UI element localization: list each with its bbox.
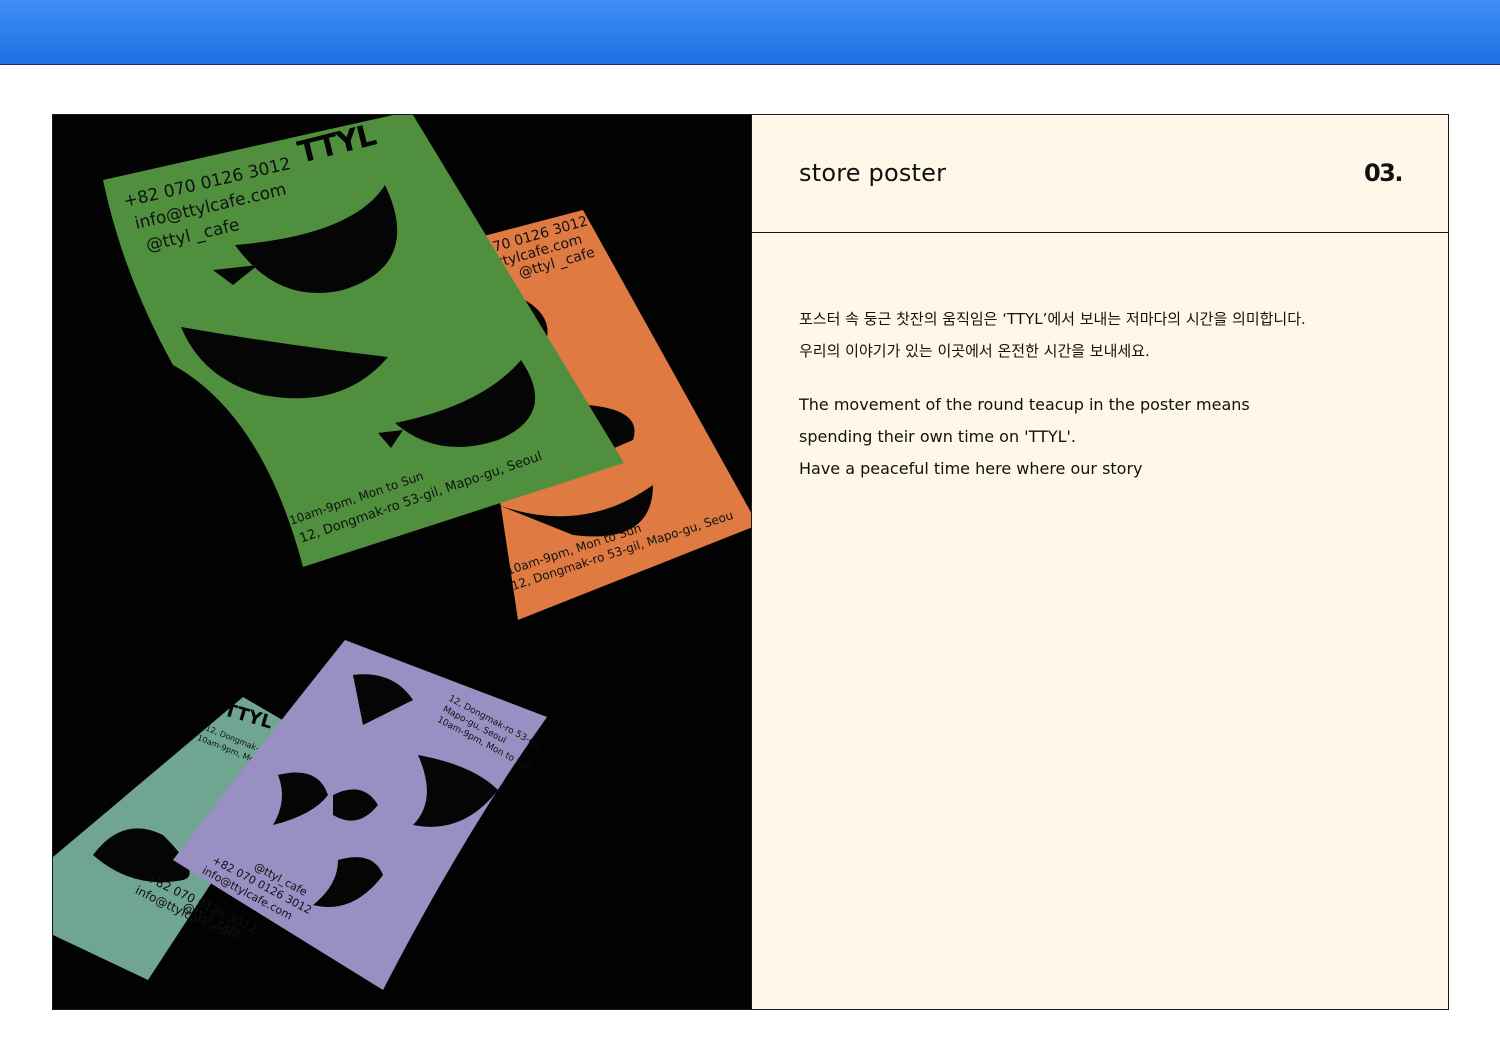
description-panel: store poster 03. 포스터 속 둥근 찻잔의 움직임은 ‘TTYL…	[751, 115, 1448, 1009]
english-text: The movement of the round teacup in the …	[799, 389, 1399, 485]
panel-title: store poster	[799, 159, 947, 187]
panel-header: store poster 03.	[752, 115, 1448, 233]
panel-number: 03.	[1363, 159, 1404, 187]
english-line-1: The movement of the round teacup in the …	[799, 395, 1250, 414]
english-line-3: Have a peaceful time here where our stor…	[799, 459, 1143, 478]
top-banner	[0, 0, 1500, 65]
korean-line-2: 우리의 이야기가 있는 이곳에서 온전한 시간을 보내세요.	[799, 342, 1150, 360]
panel-body: 포스터 속 둥근 찻잔의 움직임은 ‘TTYL’에서 보내는 저마다의 시간을 …	[799, 303, 1399, 485]
poster-photo: 2 070 0126 3012 o@ttylcafe.com @ttyl _ca…	[53, 115, 751, 1009]
korean-line-1: 포스터 속 둥근 찻잔의 움직임은 ‘TTYL’에서 보내는 저마다의 시간을 …	[799, 310, 1306, 328]
content-frame: 2 070 0126 3012 o@ttylcafe.com @ttyl _ca…	[52, 114, 1449, 1010]
english-line-2: spending their own time on 'TTYL'.	[799, 427, 1077, 446]
